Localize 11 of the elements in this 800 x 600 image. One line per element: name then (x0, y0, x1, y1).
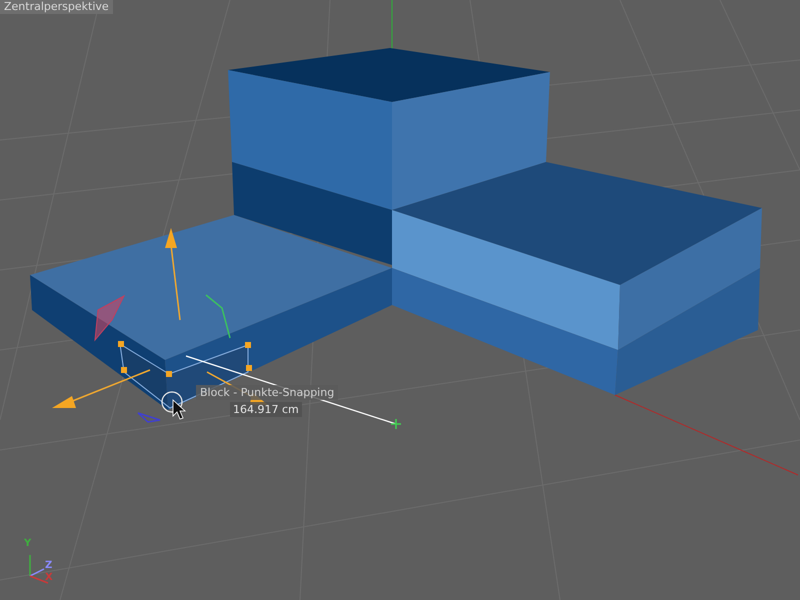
axis-label: Z (45, 560, 52, 571)
axis-label: Y (24, 538, 32, 549)
snap-tooltip-title: Block - Punkte-Snapping (196, 385, 338, 400)
mouse-pointer-icon (172, 399, 186, 420)
viewport-title: Zentralperspektive (0, 0, 113, 14)
snap-circle-icon (161, 391, 183, 413)
wide-block-drawing[interactable] (392, 162, 762, 395)
measurement-label: 164.917 cm (230, 402, 302, 417)
tall-block-drawing[interactable] (228, 48, 550, 265)
3d-viewport[interactable]: Zentralperspektive Block - Punkte-Snapping 164.917 cm Y Z X (0, 0, 800, 600)
axis-label: X (45, 572, 53, 583)
